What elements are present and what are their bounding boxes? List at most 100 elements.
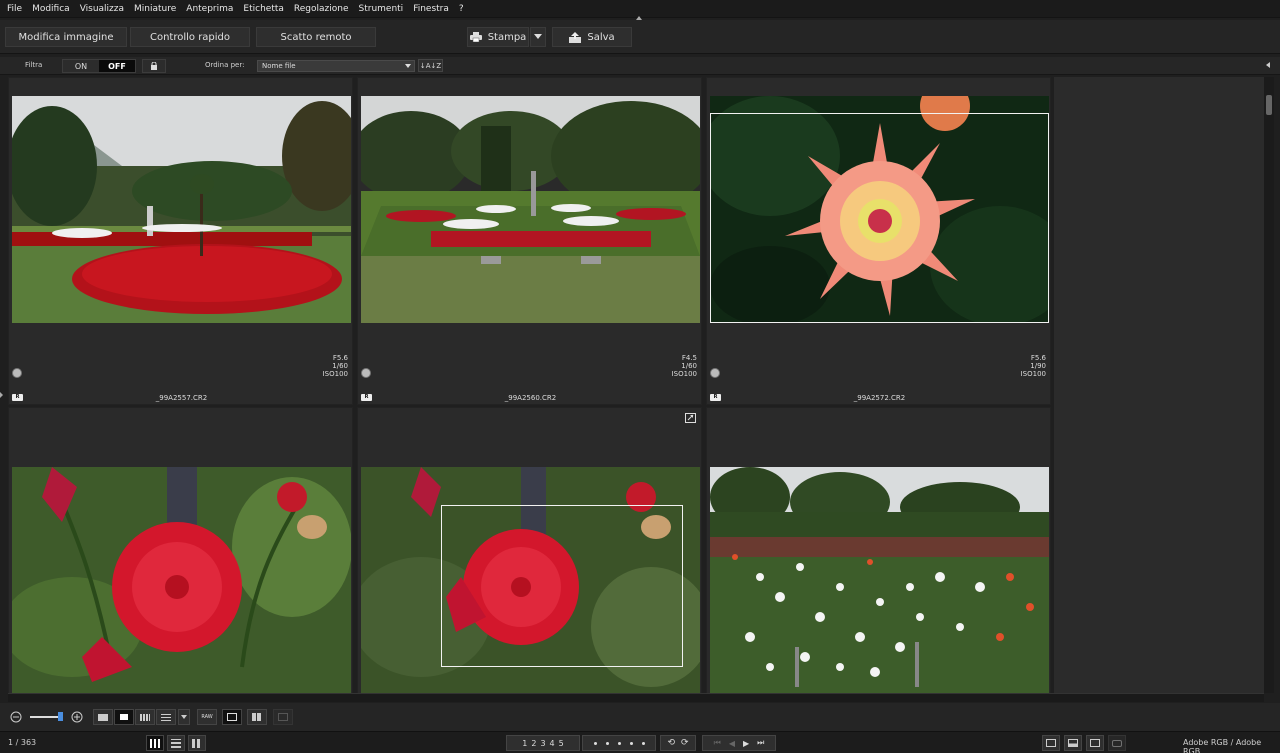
- grid-mode-button[interactable]: [247, 709, 267, 725]
- exif-iso: ISO100: [671, 370, 697, 378]
- quick-check-button[interactable]: Controllo rapido: [130, 27, 250, 47]
- zoom-slider-handle[interactable]: [58, 712, 63, 721]
- thumbnail-image[interactable]: [12, 96, 351, 323]
- first-image-icon[interactable]: ⏮: [714, 738, 721, 748]
- histogram-icon: [1068, 739, 1078, 747]
- compare-mode-button[interactable]: [273, 709, 293, 725]
- sort-label: Ordina per:: [205, 61, 245, 69]
- filter-bar: Filtra ON OFF Ordina per: Nome file ↓A↓Z: [0, 57, 1280, 75]
- previous-image-icon[interactable]: ◀: [729, 739, 735, 748]
- menu-etichetta[interactable]: Etichetta: [238, 0, 288, 18]
- thumbnail-image[interactable]: [361, 96, 700, 323]
- exif-aperture: F5.6: [332, 354, 348, 362]
- preview-mode-button[interactable]: [222, 709, 242, 725]
- layout-columns-button[interactable]: [188, 735, 206, 751]
- label-dot-icon[interactable]: [641, 741, 645, 745]
- sort-order-button[interactable]: ↓A↓Z: [418, 59, 443, 72]
- thumbnail-image[interactable]: [710, 467, 1049, 693]
- menu-visualizza[interactable]: Visualizza: [75, 0, 129, 18]
- view-medium-thumb-button[interactable]: [114, 709, 134, 725]
- menu-help[interactable]: ?: [454, 0, 469, 18]
- menu-anteprima[interactable]: Anteprima: [181, 0, 238, 18]
- rating-buttons: 1 2 3 4 5: [506, 735, 580, 751]
- edit-corner-icon[interactable]: [685, 413, 696, 423]
- layout-grid-button[interactable]: [146, 735, 164, 751]
- thumbnail-image[interactable]: [12, 467, 351, 693]
- menu-miniature[interactable]: Miniature: [129, 0, 181, 18]
- last-image-icon[interactable]: ⏭: [757, 738, 764, 748]
- horizontal-scrollbar[interactable]: [8, 693, 1264, 702]
- camera-settings-button[interactable]: [1108, 735, 1126, 751]
- next-image-icon[interactable]: ▶: [743, 739, 749, 748]
- raw-label: RAW: [201, 713, 213, 720]
- rating-disc-icon[interactable]: [12, 368, 22, 378]
- menu-strumenti[interactable]: Strumenti: [354, 0, 409, 18]
- filter-label: Filtra: [25, 61, 43, 69]
- selection-frame: [441, 505, 683, 667]
- collapse-panel-arrow-icon[interactable]: [1266, 62, 1270, 68]
- thumbnail-cell[interactable]: F5.6 1/90 ISO100 R _99A2572.CR2: [706, 77, 1051, 405]
- rotate-right-icon[interactable]: ⟳: [681, 738, 689, 748]
- grid-icon: [252, 713, 262, 721]
- focus-icon: [1090, 739, 1100, 747]
- list-icon: [161, 713, 171, 721]
- rating-disc-icon[interactable]: [710, 368, 720, 378]
- edit-image-label: Modifica immagine: [18, 31, 114, 43]
- menu-regolazione[interactable]: Regolazione: [289, 0, 354, 18]
- rating-disc-icon[interactable]: [361, 368, 371, 378]
- focus-point-button[interactable]: [1086, 735, 1104, 751]
- filter-lock-button[interactable]: [142, 59, 166, 73]
- thumbnail-cell[interactable]: [706, 407, 1051, 693]
- plus-circle-icon[interactable]: [71, 711, 83, 723]
- sort-order-icon: ↓A↓Z: [419, 61, 442, 70]
- view-options-dropdown[interactable]: [178, 709, 190, 725]
- exif-shutter: 1/60: [681, 362, 697, 370]
- layout-rows-button[interactable]: [167, 735, 185, 751]
- rating-3-button[interactable]: 3: [540, 739, 545, 748]
- menu-finestra[interactable]: Finestra: [408, 0, 454, 18]
- rating-5-button[interactable]: 5: [559, 739, 564, 748]
- sort-select[interactable]: Nome file: [257, 60, 415, 72]
- rotate-left-icon[interactable]: ⟲: [667, 738, 675, 748]
- thumbnail-cell[interactable]: F5.6 1/60 ISO100 R _99A2557.CR2: [8, 77, 353, 405]
- filter-off-button[interactable]: OFF: [99, 60, 135, 72]
- scrollbar-thumb[interactable]: [1266, 95, 1272, 115]
- rotate-buttons: ⟲ ⟳: [660, 735, 696, 751]
- label-dot-icon[interactable]: [605, 741, 609, 745]
- label-dot-icon[interactable]: [593, 741, 597, 745]
- minus-circle-icon[interactable]: [10, 711, 22, 723]
- exif-iso: ISO100: [1020, 370, 1046, 378]
- view-list-button[interactable]: [156, 709, 176, 725]
- file-name: _99A2557.CR2: [155, 394, 208, 402]
- menu-file[interactable]: File: [2, 0, 27, 18]
- thumbnail-cell[interactable]: [357, 407, 702, 693]
- filter-on-button[interactable]: ON: [63, 60, 99, 72]
- label-dot-icon[interactable]: [629, 741, 633, 745]
- save-label: Salva: [587, 31, 615, 43]
- expand-left-panel-arrow-icon[interactable]: [0, 392, 3, 398]
- preview-icon: [227, 713, 237, 721]
- rating-2-button[interactable]: 2: [531, 739, 536, 748]
- rating-4-button[interactable]: 4: [550, 739, 555, 748]
- histogram-button[interactable]: [1064, 735, 1082, 751]
- view-large-thumb-button[interactable]: [93, 709, 113, 725]
- view-small-thumb-button[interactable]: [135, 709, 155, 725]
- label-dot-icon[interactable]: [617, 741, 621, 745]
- navigation-buttons: ⏮ ◀ ▶ ⏭: [702, 735, 776, 751]
- save-button[interactable]: Salva: [552, 27, 632, 47]
- print-dropdown-button[interactable]: [530, 27, 546, 47]
- thumbnail-cell[interactable]: F4.5 1/60 ISO100 R _99A2560.CR2: [357, 77, 702, 405]
- rating-1-button[interactable]: 1: [522, 739, 527, 748]
- print-button[interactable]: Stampa: [467, 27, 529, 47]
- raw-jpeg-button[interactable]: RAW: [197, 709, 217, 725]
- chevron-down-icon: [534, 34, 542, 39]
- thumbnail-cell[interactable]: [8, 407, 353, 693]
- quick-check-label: Controllo rapido: [149, 31, 231, 43]
- image-info-button[interactable]: [1042, 735, 1060, 751]
- vertical-scrollbar[interactable]: [1264, 77, 1274, 693]
- remote-shoot-button[interactable]: Scatto remoto: [256, 27, 376, 47]
- sort-select-value: Nome file: [262, 62, 296, 70]
- menu-modifica[interactable]: Modifica: [27, 0, 75, 18]
- chevron-down-icon: [405, 64, 411, 68]
- edit-image-button[interactable]: Modifica immagine: [5, 27, 127, 47]
